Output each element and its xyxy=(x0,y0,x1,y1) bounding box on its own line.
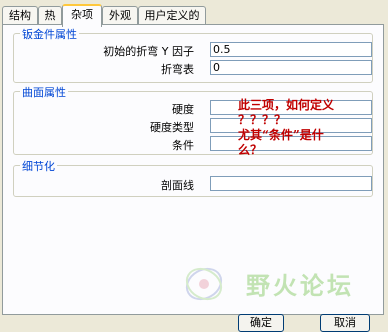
tab-thermal[interactable]: 热 xyxy=(38,6,62,25)
tab-user-defined[interactable]: 用户定义的 xyxy=(138,6,206,25)
bend-table-field[interactable]: 0 xyxy=(210,60,372,75)
sheet-metal-group: 钣金件属性 初始的折弯 Y 因子 0.5 折弯表 0 xyxy=(13,26,373,83)
detail-group-title: 细节化 xyxy=(20,158,57,174)
tab-appearance[interactable]: 外观 xyxy=(102,6,138,25)
hardness-label: 硬度 xyxy=(172,103,194,116)
sheet-metal-group-title: 钣金件属性 xyxy=(20,26,79,42)
tab-misc[interactable]: 杂项 xyxy=(62,4,102,27)
tab-structure[interactable]: 结构 xyxy=(2,6,38,25)
hardness-type-label: 硬度类型 xyxy=(150,121,194,134)
detail-group: 细节化 剖面线 xyxy=(13,158,373,197)
annotation-line-1: 此三项，如何定义 xyxy=(238,98,335,112)
section-line-field[interactable] xyxy=(210,176,372,191)
annotation-note: 此三项，如何定义 ？？？？ 尤其“条件”是什 么？ xyxy=(238,98,374,158)
ok-button[interactable]: 确定 xyxy=(238,314,284,332)
watermark-logo-icon xyxy=(185,267,223,301)
surface-group-title: 曲面属性 xyxy=(20,84,68,100)
watermark-text: 野火论坛 xyxy=(246,271,354,300)
annotation-line-3: 尤其“条件”是什 xyxy=(238,128,324,142)
initial-bend-field[interactable]: 0.5 xyxy=(210,42,372,57)
condition-label: 条件 xyxy=(172,139,194,152)
initial-bend-label: 初始的折弯 Y 因子 xyxy=(103,45,194,58)
bend-table-label: 折弯表 xyxy=(161,63,194,76)
section-line-label: 剖面线 xyxy=(161,179,194,192)
annotation-line-2: ？？？？ xyxy=(238,113,287,127)
cancel-button[interactable]: 取消 xyxy=(320,314,370,332)
annotation-line-4: 么？ xyxy=(238,143,263,157)
forum-watermark: 野火论坛 xyxy=(176,260,376,310)
